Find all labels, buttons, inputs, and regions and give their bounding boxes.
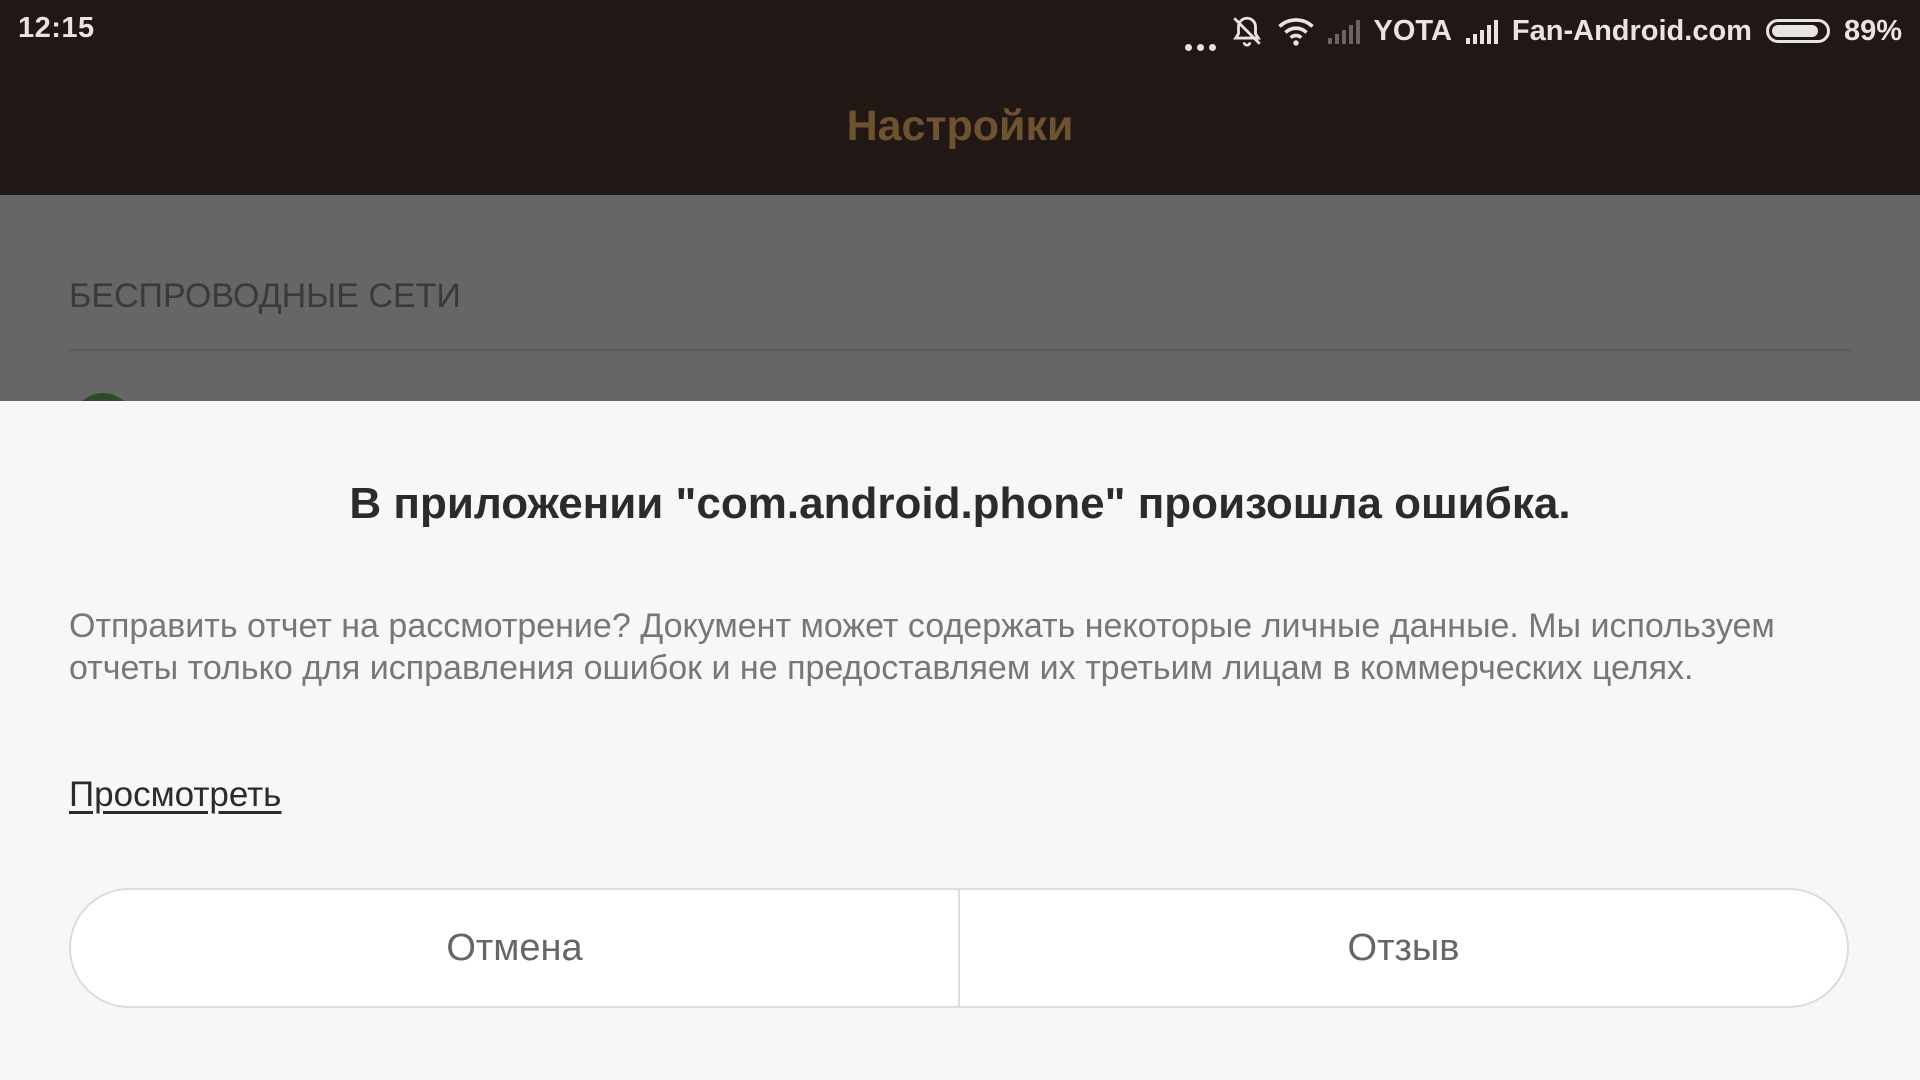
status-icons: YOTA Fan-Android.com 89% (1184, 0, 1902, 62)
battery-icon (1765, 19, 1830, 43)
wifi-icon (1277, 18, 1314, 46)
dialog-buttons: Отмена Отзыв (69, 888, 1849, 1008)
alarm-off-icon (1232, 16, 1261, 47)
signal-empty-icon (1327, 18, 1360, 44)
page-title: Настройки (846, 102, 1074, 150)
dialog-message: Отправить отчет на рассмотрение? Докумен… (69, 607, 1775, 687)
cancel-button[interactable]: Отмена (71, 890, 958, 1006)
section-divider (69, 349, 1851, 351)
action-bar: Настройки (0, 62, 1920, 195)
settings-list-dimmed: БЕСПРОВОДНЫЕ СЕТИ (0, 195, 1920, 455)
status-time: 12:15 (18, 12, 95, 44)
battery-percent: 89% (1843, 14, 1902, 47)
feedback-button[interactable]: Отзыв (958, 890, 1847, 1006)
signal-icon (1465, 18, 1498, 44)
dialog-title: В приложении "com.android.phone" произош… (349, 479, 1571, 528)
view-report-link[interactable]: Просмотреть (69, 775, 281, 815)
battery-fill (1771, 25, 1819, 37)
error-dialog: В приложении "com.android.phone" произош… (0, 401, 1920, 1080)
section-header-wireless: БЕСПРОВОДНЫЕ СЕТИ (69, 277, 461, 315)
more-dots-icon (1184, 11, 1216, 51)
network-name-label: Fan-Android.com (1511, 14, 1752, 47)
carrier-label: YOTA (1373, 14, 1452, 47)
status-bar: 12:15 YOTA Fan-Android.com 89% (0, 0, 1920, 62)
